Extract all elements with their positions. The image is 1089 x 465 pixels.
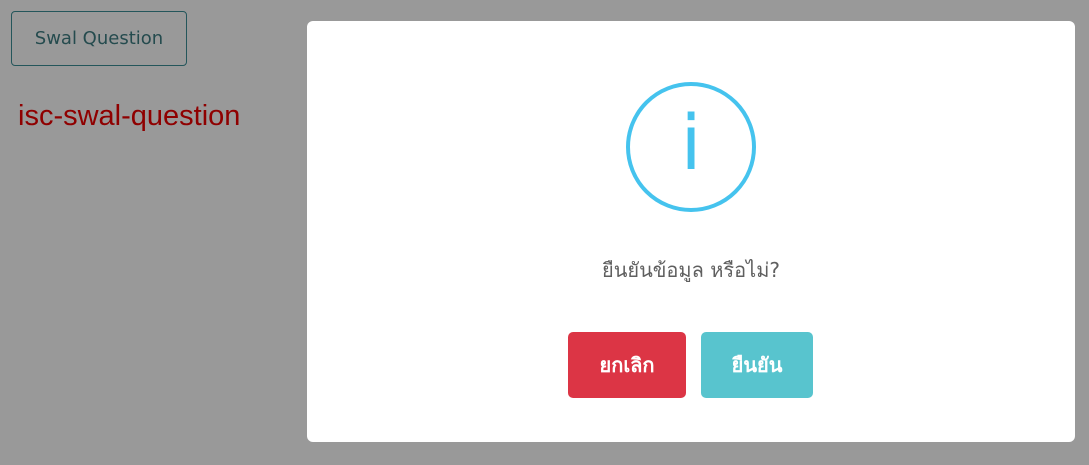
dialog-message: ยืนยันข้อมูล หรือไม่? [601, 258, 781, 282]
confirm-button[interactable]: ยืนยัน [701, 332, 813, 398]
cancel-button[interactable]: ยกเลิก [568, 332, 686, 398]
info-icon-glyph: i [680, 98, 701, 187]
confirm-dialog: i ยืนยันข้อมูล หรือไม่? ยกเลิก ยืนยัน [307, 21, 1075, 442]
info-icon: i [626, 82, 756, 212]
